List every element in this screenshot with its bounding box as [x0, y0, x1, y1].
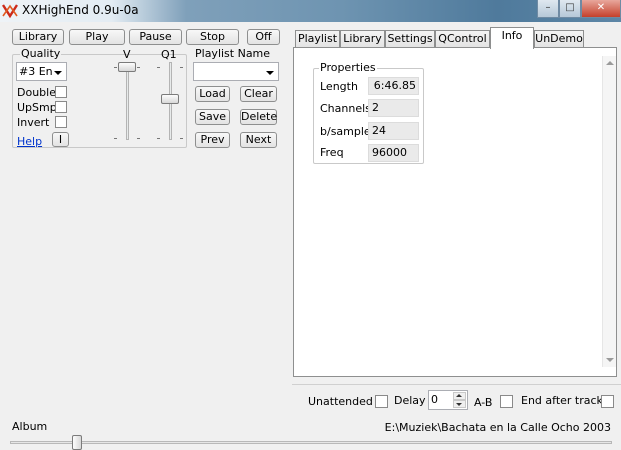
- double-checkbox[interactable]: [55, 86, 67, 98]
- volume-tick: [137, 67, 140, 68]
- double-label: Double: [17, 86, 56, 99]
- maximize-button[interactable]: □: [559, 0, 581, 18]
- tab-qcontrol[interactable]: QControl: [435, 30, 490, 48]
- tab-playlist[interactable]: Playlist: [295, 30, 340, 48]
- delay-label: Delay: [394, 394, 426, 407]
- q1-tick: [157, 67, 160, 68]
- next-button[interactable]: Next: [240, 132, 277, 148]
- q1-tick: [180, 138, 183, 139]
- upsmp-checkbox[interactable]: [55, 101, 67, 113]
- clear-button[interactable]: Clear: [240, 86, 277, 102]
- upsmp-label: UpSmp: [17, 101, 57, 114]
- minimize-button[interactable]: –: [537, 0, 559, 18]
- volume-label: V: [123, 48, 131, 61]
- tab-library[interactable]: Library: [340, 30, 385, 48]
- delay-value: 0: [431, 393, 438, 406]
- invert-checkbox[interactable]: [55, 116, 67, 128]
- delete-button[interactable]: Delete: [240, 109, 277, 125]
- stop-button[interactable]: Stop: [186, 29, 239, 45]
- quality-label: Quality: [20, 47, 62, 60]
- unattended-checkbox[interactable]: [375, 395, 388, 408]
- help-link[interactable]: Help: [17, 135, 42, 148]
- tab-undemo[interactable]: UnDemo: [534, 30, 584, 48]
- volume-slider-track[interactable]: [126, 62, 129, 140]
- delay-down-button[interactable]: [453, 400, 466, 408]
- tab-info[interactable]: Info: [490, 27, 534, 49]
- volume-slider-thumb[interactable]: [118, 62, 136, 72]
- playlist-name-label: Playlist Name: [195, 47, 271, 60]
- save-button[interactable]: Save: [195, 109, 230, 125]
- end-after-track-label: End after track: [521, 394, 603, 407]
- playlist-name-combo[interactable]: [193, 62, 279, 81]
- pause-button[interactable]: Pause: [129, 29, 182, 45]
- window-title: XXHighEnd 0.9u-0a: [22, 3, 139, 17]
- end-after-track-checkbox[interactable]: [601, 395, 614, 408]
- chevron-down-icon: [54, 71, 62, 75]
- q1-tick: [157, 138, 160, 139]
- app-logo-icon: [2, 4, 18, 19]
- unattended-label: Unattended: [308, 395, 373, 408]
- ab-checkbox[interactable]: [500, 395, 513, 408]
- quality-select-value: #3 En: [19, 65, 53, 78]
- album-label: Album: [12, 420, 48, 433]
- length-value: 6:46.85: [368, 77, 419, 95]
- freq-label: Freq: [320, 146, 344, 159]
- info-panel-scrollbar[interactable]: [602, 56, 616, 367]
- tab-settings[interactable]: Settings: [385, 30, 435, 48]
- q1-tick: [180, 67, 183, 68]
- quality-select[interactable]: #3 En: [16, 62, 67, 81]
- arrow-up-icon: [456, 394, 462, 397]
- volume-tick: [114, 67, 117, 68]
- properties-title: Properties: [319, 61, 377, 74]
- bsample-label: b/sample: [320, 125, 371, 138]
- ab-label: A-B: [474, 396, 493, 409]
- off-button[interactable]: Off: [247, 29, 280, 45]
- arrow-down-icon: [456, 403, 462, 406]
- delay-up-button[interactable]: [453, 392, 466, 400]
- volume-tick: [114, 138, 117, 139]
- chevron-down-icon: [266, 71, 274, 75]
- q1-slider-thumb[interactable]: [161, 94, 179, 104]
- position-slider-thumb[interactable]: [72, 435, 82, 450]
- close-button[interactable]: ✕: [581, 0, 621, 18]
- scroll-up-icon[interactable]: [606, 61, 614, 65]
- freq-value: 96000: [368, 144, 419, 162]
- delay-spinner[interactable]: 0: [428, 390, 468, 410]
- q1-label: Q1: [161, 48, 177, 61]
- invert-label: Invert: [17, 116, 50, 129]
- channels-value: 2: [368, 99, 419, 117]
- volume-tick: [137, 138, 140, 139]
- album-path: E:\Muziek\Bachata en la Calle Ocho 2003: [384, 421, 611, 434]
- position-slider-track[interactable]: [10, 441, 612, 444]
- scroll-down-icon[interactable]: [606, 358, 614, 362]
- length-label: Length: [320, 80, 358, 93]
- channels-label: Channels: [320, 102, 371, 115]
- prev-button[interactable]: Prev: [195, 132, 230, 148]
- library-button[interactable]: Library: [12, 29, 64, 45]
- load-button[interactable]: Load: [195, 86, 230, 102]
- play-button[interactable]: Play: [69, 29, 125, 45]
- info-button[interactable]: I: [52, 132, 69, 147]
- options-divider: [292, 384, 621, 385]
- bsample-value: 24: [368, 122, 419, 140]
